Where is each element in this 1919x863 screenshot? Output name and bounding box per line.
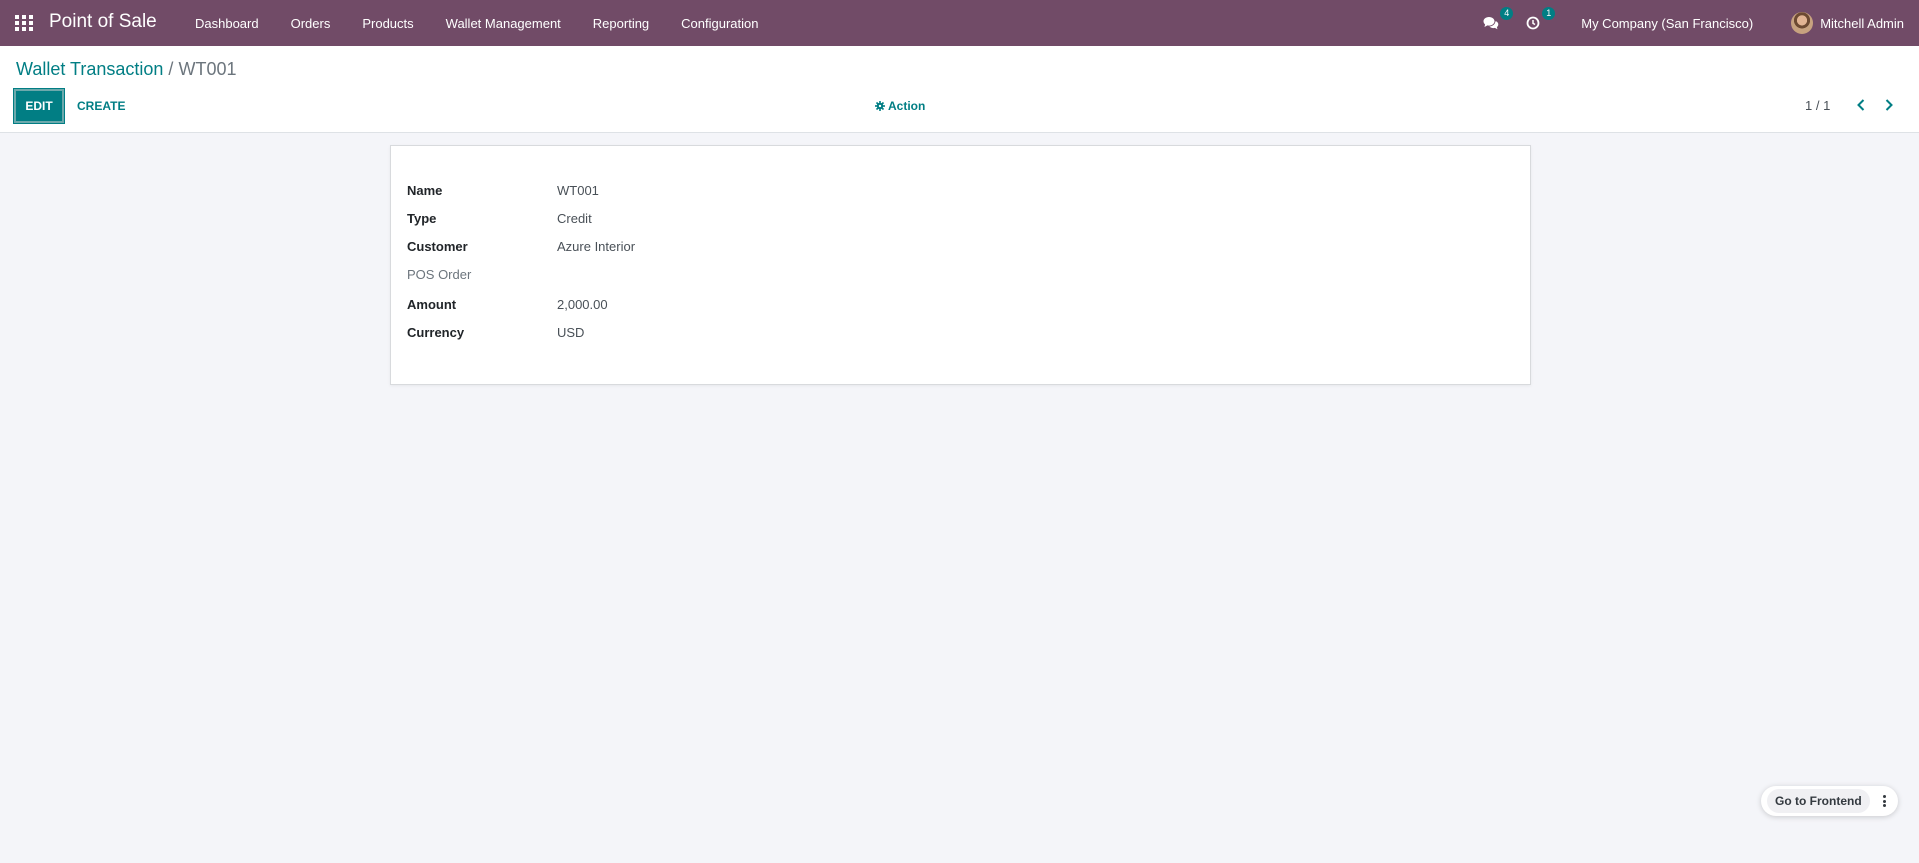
breadcrumb-separator: / (168, 59, 174, 79)
user-name: Mitchell Admin (1820, 15, 1904, 31)
chevron-left-icon (1857, 99, 1865, 111)
kebab-menu-icon[interactable] (1880, 793, 1890, 809)
menu-item-products[interactable]: Products (346, 16, 429, 31)
action-label: Action (888, 99, 926, 113)
field-pos-order: POS Order (407, 265, 557, 283)
action-dropdown[interactable]: Action (875, 99, 925, 113)
main-menu: Dashboard Orders Products Wallet Managem… (179, 0, 775, 46)
clock-icon (1526, 16, 1540, 30)
field-label: Currency (407, 324, 465, 340)
apps-menu-icon[interactable] (15, 15, 33, 31)
field-value[interactable]: USD (557, 325, 584, 340)
field-value: 2,000.00 (557, 296, 608, 312)
field-name: Name WT001 (407, 181, 599, 199)
field-customer: Customer Azure Interior (407, 237, 635, 255)
create-button[interactable]: CREATE (77, 99, 125, 113)
control-panel: Wallet Transaction / WT001 EDIT CREATE A… (0, 46, 1919, 133)
field-value: WT001 (557, 182, 599, 198)
field-label: Customer (407, 238, 468, 254)
field-value[interactable]: Azure Interior (557, 239, 635, 254)
pager-previous-button[interactable] (1853, 96, 1869, 114)
breadcrumb-parent[interactable]: Wallet Transaction (16, 59, 163, 79)
field-label: Amount (407, 296, 457, 312)
pager-next-button[interactable] (1881, 96, 1897, 114)
chevron-right-icon (1885, 99, 1893, 111)
field-amount: Amount 2,000.00 (407, 295, 608, 313)
chat-icon (1483, 17, 1499, 30)
gear-icon (875, 101, 885, 111)
menu-item-dashboard[interactable]: Dashboard (179, 16, 275, 31)
top-navbar: Point of Sale Dashboard Orders Products … (0, 0, 1919, 46)
form-sheet: Name WT001 Type Credit Customer Azure In… (390, 145, 1531, 385)
menu-item-reporting[interactable]: Reporting (577, 16, 665, 31)
menu-item-orders[interactable]: Orders (275, 16, 347, 31)
pager-value[interactable]: 1 / 1 (1805, 98, 1830, 113)
messaging-menu[interactable]: 4 (1481, 7, 1514, 33)
user-menu[interactable]: Mitchell Admin (1791, 12, 1904, 34)
field-value: Credit (557, 210, 592, 226)
frontend-widget: Go to Frontend (1761, 786, 1898, 816)
avatar (1791, 12, 1814, 34)
field-label: POS Order (407, 266, 472, 282)
edit-button[interactable]: EDIT (13, 88, 65, 124)
breadcrumb-current: WT001 (178, 59, 237, 79)
field-type: Type Credit (407, 209, 592, 227)
breadcrumb: Wallet Transaction / WT001 (16, 59, 236, 80)
menu-item-configuration[interactable]: Configuration (665, 16, 774, 31)
go-to-frontend-button[interactable]: Go to Frontend (1767, 789, 1870, 813)
messages-count-badge: 4 (1500, 7, 1514, 20)
field-currency: Currency USD (407, 323, 584, 341)
field-label: Type (407, 210, 437, 226)
systray: 4 1 My Company (San Francisco) Mitchell … (1481, 0, 1919, 46)
activity-menu[interactable]: 1 (1523, 7, 1556, 33)
app-title[interactable]: Point of Sale (49, 11, 157, 33)
field-label: Name (407, 182, 443, 198)
company-switcher[interactable]: My Company (San Francisco) (1581, 16, 1753, 31)
activities-count-badge: 1 (1542, 7, 1556, 20)
menu-item-wallet-management[interactable]: Wallet Management (430, 16, 577, 31)
